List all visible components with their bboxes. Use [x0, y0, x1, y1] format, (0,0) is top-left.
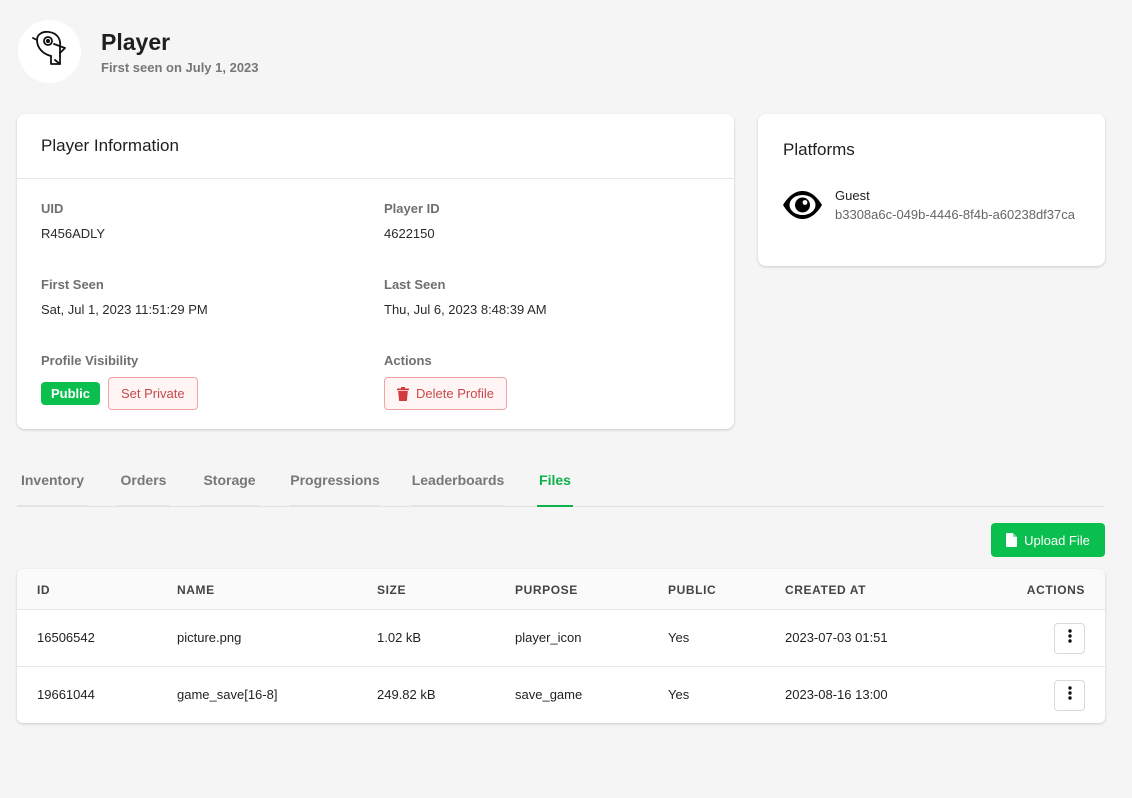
tab-leaderboards[interactable]: Leaderboards [411, 464, 505, 507]
platform-item: Guest b3308a6c-049b-4446-8f4b-a60238df37… [782, 188, 1085, 225]
cell-id: 16506542 [37, 630, 95, 645]
last-seen-label: Last Seen [384, 277, 446, 292]
cell-name: game_save[16-8] [177, 687, 278, 702]
card-header: Player Information [17, 114, 734, 179]
column-header-public[interactable]: PUBLIC [668, 583, 716, 597]
player-id-label: Player ID [384, 201, 440, 216]
trash-icon [397, 386, 409, 401]
cell-purpose: save_game [515, 687, 583, 702]
first-seen-field: First Seen Sat, Jul 1, 2023 11:51:29 PM [41, 277, 208, 317]
cell-created-at: 2023-08-16 13:00 [785, 687, 888, 702]
more-vertical-icon [1067, 629, 1072, 648]
player-id-field: Player ID 4622150 [384, 201, 440, 241]
upload-file-label: Upload File [1024, 532, 1090, 548]
first-seen-label: First Seen [41, 277, 104, 292]
platforms-title: Platforms [783, 140, 855, 159]
page-title: Player [101, 29, 171, 55]
parrot-icon [27, 26, 73, 77]
public-badge: Public [41, 382, 101, 405]
more-vertical-icon [1067, 686, 1072, 705]
tab-orders[interactable]: Orders [117, 464, 170, 507]
delete-profile-button[interactable]: Delete Profile [384, 377, 508, 410]
player-information-card: Player Information UID R456ADLY Player I… [17, 114, 734, 429]
platform-id: b3308a6c-049b-4446-8f4b-a60238df37ca [835, 207, 1075, 222]
table-row: 19661044 game_save[16-8] 249.82 kB save_… [17, 667, 1105, 724]
row-actions-button[interactable] [1054, 623, 1085, 654]
table-row: 16506542 picture.png 1.02 kB player_icon… [17, 610, 1105, 667]
cell-size: 249.82 kB [377, 687, 436, 702]
files-table: ID NAME SIZE PURPOSE PUBLIC CREATED AT A… [17, 569, 1105, 723]
card-title: Player Information [41, 136, 179, 155]
row-actions-button[interactable] [1054, 680, 1085, 711]
file-icon [1006, 533, 1018, 547]
profile-visibility-field: Profile Visibility Public Set Private [41, 353, 198, 410]
first-seen-value: Sat, Jul 1, 2023 11:51:29 PM [41, 302, 208, 317]
column-header-size[interactable]: SIZE [377, 583, 406, 597]
tab-files[interactable]: Files [537, 464, 573, 507]
platform-name: Guest [835, 188, 870, 203]
cell-id: 19661044 [37, 687, 95, 702]
delete-profile-label: Delete Profile [416, 386, 495, 401]
avatar [18, 20, 81, 83]
last-seen-field: Last Seen Thu, Jul 6, 2023 8:48:39 AM [384, 277, 547, 317]
uid-field: UID R456ADLY [41, 201, 105, 241]
column-header-created-at[interactable]: CREATED AT [785, 583, 866, 597]
tab-storage[interactable]: Storage [200, 464, 259, 507]
cell-created-at: 2023-07-03 01:51 [785, 630, 888, 645]
cell-public: Yes [668, 687, 690, 702]
eye-icon [782, 190, 823, 225]
last-seen-value: Thu, Jul 6, 2023 8:48:39 AM [384, 302, 547, 317]
uid-label: UID [41, 201, 64, 216]
cell-public: Yes [668, 630, 690, 645]
page-header: Player First seen on July 1, 2023 [18, 20, 259, 83]
actions-field: Actions Delete Profile [384, 353, 508, 410]
tab-progressions[interactable]: Progressions [290, 464, 380, 507]
column-header-name[interactable]: NAME [177, 583, 215, 597]
cell-purpose: player_icon [515, 630, 582, 645]
column-header-purpose[interactable]: PURPOSE [515, 583, 578, 597]
platforms-card: Platforms Guest b3308a6c-049b-4446-8f4b-… [758, 114, 1105, 266]
uid-value: R456ADLY [41, 226, 106, 241]
set-private-button[interactable]: Set Private [108, 377, 198, 410]
cell-name: picture.png [177, 630, 242, 645]
upload-file-button[interactable]: Upload File [991, 523, 1105, 557]
tab-inventory[interactable]: Inventory [17, 464, 88, 507]
table-header: ID NAME SIZE PURPOSE PUBLIC CREATED AT A… [17, 569, 1105, 610]
cell-size: 1.02 kB [377, 630, 422, 645]
column-header-actions: ACTIONS [1026, 583, 1085, 597]
player-id-value: 4622150 [384, 226, 435, 241]
profile-visibility-label: Profile Visibility [41, 353, 139, 368]
tab-bar: Inventory Orders Storage Progressions Le… [17, 464, 1105, 507]
page-subtitle: First seen on July 1, 2023 [101, 60, 259, 75]
column-header-id[interactable]: ID [37, 583, 50, 597]
actions-label: Actions [384, 353, 432, 368]
